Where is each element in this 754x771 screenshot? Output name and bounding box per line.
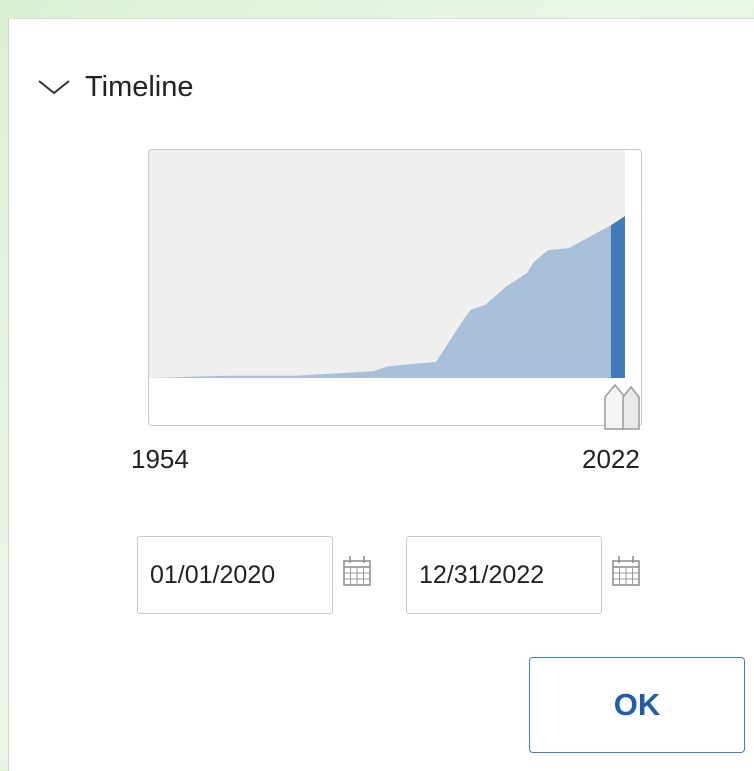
from-date-input[interactable]: [137, 536, 333, 614]
timeline-chart-svg: [149, 150, 625, 378]
timeline-section-header[interactable]: Timeline: [37, 67, 194, 107]
range-handle[interactable]: [599, 379, 645, 433]
timeline-chart[interactable]: [148, 149, 642, 426]
timeline-panel: Timeline 1954 2022 01/01/2020 12/31/2022…: [8, 18, 754, 771]
calendar-icon[interactable]: [341, 553, 373, 589]
section-title: Timeline: [85, 70, 194, 103]
end-year-label: 2022: [582, 444, 640, 474]
ok-button[interactable]: OK: [529, 657, 745, 753]
chevron-down-icon: [38, 80, 70, 95]
start-year-label: 1954: [131, 444, 189, 474]
to-date-input[interactable]: [406, 536, 602, 614]
calendar-icon[interactable]: [610, 553, 642, 589]
selected-range-area: [611, 216, 625, 378]
range-handle-icon: [604, 383, 640, 430]
